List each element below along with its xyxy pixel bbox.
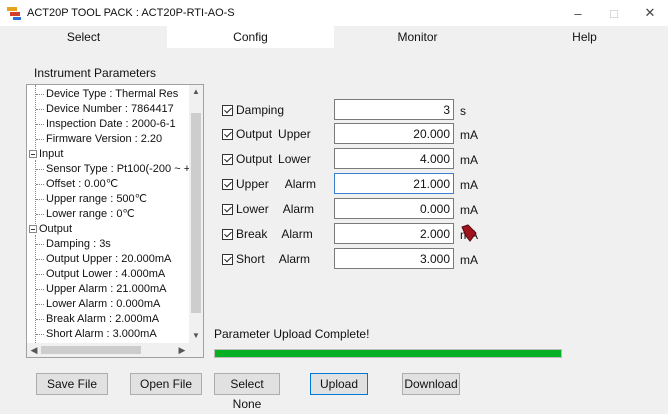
tree-content: Device Type : Thermal Res Device Number … — [27, 85, 191, 343]
window-controls: – □ ✕ — [560, 0, 668, 26]
tree-item[interactable]: Device Number : 7864417 — [36, 102, 174, 117]
short-alarm-input[interactable] — [334, 248, 454, 269]
lower-alarm-checkbox[interactable] — [222, 203, 233, 215]
damping-checkbox[interactable] — [222, 104, 233, 116]
output-lower-label: Output — [236, 152, 273, 166]
scroll-left-icon[interactable]: ◀ — [27, 343, 41, 357]
instrument-parameters-label: Instrument Parameters — [34, 66, 157, 80]
app-logo-icon — [7, 6, 23, 20]
download-button[interactable]: Download — [402, 373, 460, 395]
lower-alarm-sublabel: Alarm — [282, 202, 315, 216]
title-bar: ACT20P TOOL PACK : ACT20P-RTI-AO-S – □ ✕ — [0, 0, 668, 26]
scroll-up-icon[interactable]: ▲ — [189, 85, 203, 99]
scroll-thumb[interactable] — [41, 346, 141, 354]
tree-item[interactable]: Output Upper : 20.000mA — [36, 252, 171, 267]
short-alarm-sublabel: Alarm — [278, 252, 311, 266]
upper-alarm-unit: mA — [460, 178, 478, 192]
upper-alarm-input[interactable] — [334, 173, 454, 194]
tab-bar: Select Config Monitor Help — [0, 26, 668, 48]
output-lower-input[interactable] — [334, 148, 454, 169]
tree-item[interactable]: Firmware Version : 2.20 — [36, 132, 162, 147]
output-upper-sublabel: Upper — [278, 127, 311, 141]
output-upper-checkbox[interactable] — [222, 128, 233, 140]
short-alarm-checkbox[interactable] — [222, 253, 233, 265]
collapse-icon[interactable] — [29, 150, 37, 159]
short-alarm-label: Short — [236, 252, 265, 266]
upload-button[interactable]: Upload — [310, 373, 368, 395]
mouse-cursor-icon — [461, 224, 477, 242]
tree-vertical-scrollbar[interactable]: ▲ ▼ — [189, 85, 203, 343]
output-upper-input[interactable] — [334, 123, 454, 144]
parameter-tree[interactable]: Device Type : Thermal Res Device Number … — [26, 84, 204, 358]
damping-label: Damping — [236, 103, 285, 117]
tab-select[interactable]: Select — [0, 26, 167, 48]
upper-alarm-row: Upper Alarm — [222, 174, 336, 194]
upload-progress-bar — [214, 349, 562, 358]
break-alarm-sublabel: Alarm — [281, 227, 313, 241]
upper-alarm-label: Upper — [236, 177, 269, 191]
upper-alarm-checkbox[interactable] — [222, 178, 233, 190]
short-alarm-row: Short Alarm — [222, 249, 336, 269]
tree-item[interactable]: Output Lower : 4.000mA — [36, 267, 165, 282]
save-file-button[interactable]: Save File — [36, 373, 108, 395]
scroll-right-icon[interactable]: ▶ — [175, 343, 189, 357]
open-file-button[interactable]: Open File — [130, 373, 202, 395]
lower-alarm-unit: mA — [460, 203, 478, 217]
output-lower-checkbox[interactable] — [222, 153, 233, 165]
tree-item[interactable]: Offset : 0.00℃ — [36, 177, 118, 192]
tree-item[interactable]: Lower range : 0℃ — [36, 207, 135, 222]
tree-horizontal-scrollbar[interactable]: ◀ ▶ — [27, 343, 203, 357]
output-lower-sublabel: Lower — [278, 152, 311, 166]
status-message: Parameter Upload Complete! — [214, 327, 370, 341]
tree-item[interactable]: Inspection Date : 2000-6-1 — [36, 117, 176, 132]
upper-alarm-sublabel: Alarm — [284, 177, 317, 191]
tab-help[interactable]: Help — [501, 26, 668, 48]
tree-item[interactable]: Lower Alarm : 0.000mA — [36, 297, 160, 312]
scroll-down-icon[interactable]: ▼ — [189, 329, 203, 343]
tree-item[interactable]: Device Type : Thermal Res — [36, 87, 178, 102]
maximize-button[interactable]: □ — [596, 0, 632, 26]
tree-item[interactable]: Upper Alarm : 21.000mA — [36, 282, 166, 297]
tab-config[interactable]: Config — [167, 26, 334, 48]
window-title: ACT20P TOOL PACK : ACT20P-RTI-AO-S — [27, 7, 235, 19]
scroll-thumb[interactable] — [191, 113, 201, 313]
collapse-icon[interactable] — [29, 225, 37, 234]
close-button[interactable]: ✕ — [632, 0, 668, 26]
lower-alarm-input[interactable] — [334, 198, 454, 219]
output-upper-row: Output Upper — [222, 124, 336, 144]
damping-input[interactable] — [334, 99, 454, 120]
break-alarm-checkbox[interactable] — [222, 228, 233, 240]
lower-alarm-row: Lower Alarm — [222, 199, 336, 219]
output-lower-unit: mA — [460, 153, 478, 167]
tree-item[interactable]: Damping : 3s — [36, 237, 111, 252]
tree-item[interactable]: Break Alarm : 2.000mA — [36, 312, 159, 327]
tree-item[interactable]: Upper range : 500℃ — [36, 192, 147, 207]
select-none-button[interactable]: Select None — [214, 373, 280, 411]
short-alarm-unit: mA — [460, 253, 478, 267]
break-alarm-label: Break — [236, 227, 268, 241]
minimize-button[interactable]: – — [560, 0, 596, 26]
output-upper-label: Output — [236, 127, 273, 141]
break-alarm-row: Break Alarm — [222, 224, 336, 244]
lower-alarm-label: Lower — [236, 202, 269, 216]
tree-item[interactable]: Sensor Type : Pt100(-200 ~ + — [36, 162, 190, 177]
output-lower-row: Output Lower — [222, 149, 336, 169]
tab-monitor[interactable]: Monitor — [334, 26, 501, 48]
damping-unit: s — [460, 104, 466, 118]
tree-item[interactable]: Short Alarm : 3.000mA — [36, 327, 157, 342]
damping-row: Damping — [222, 100, 336, 120]
output-upper-unit: mA — [460, 128, 478, 142]
break-alarm-input[interactable] — [334, 223, 454, 244]
